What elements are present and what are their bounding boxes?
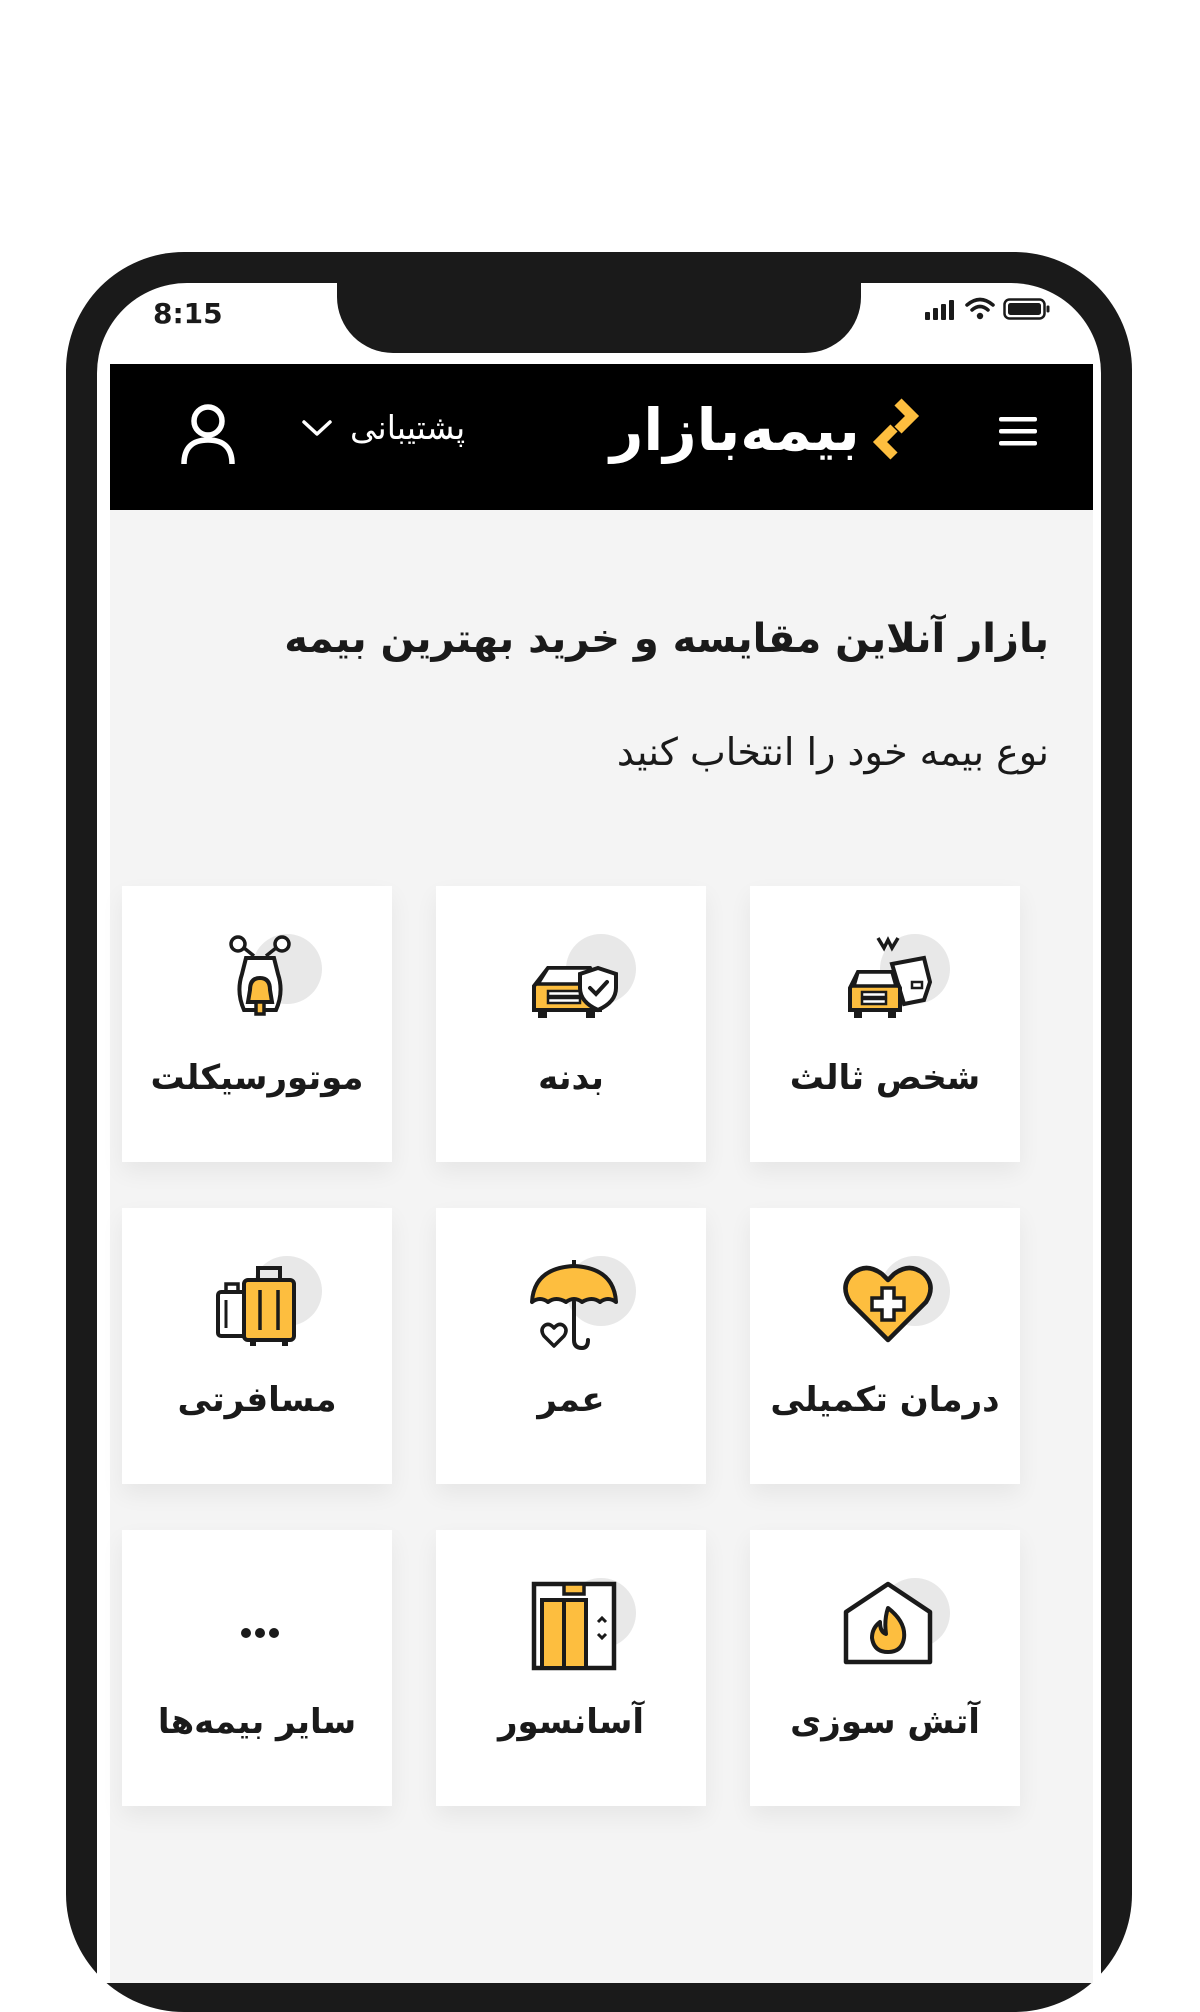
user-icon xyxy=(181,404,235,465)
hamburger-menu-button[interactable] xyxy=(997,414,1039,452)
card-label: بدنه xyxy=(538,1058,604,1098)
luggage-icon xyxy=(216,1266,296,1346)
chevron-down-icon xyxy=(302,419,332,436)
status-time: 8:15 xyxy=(153,297,223,330)
insurance-card-fire[interactable]: آتش سوزی xyxy=(750,1530,1020,1806)
wifi-icon xyxy=(965,297,995,320)
page-headline: بازار آنلاین مقایسه و خرید بهترین بیمه xyxy=(284,616,1049,662)
page-subheadline: نوع بیمه خود را انتخاب کنید xyxy=(616,730,1049,774)
heart-medical-icon xyxy=(843,1265,933,1343)
umbrella-heart-icon xyxy=(530,1260,618,1351)
brand-mark-icon xyxy=(872,398,919,460)
insurance-card-motorcycle[interactable]: موتورسیکلت xyxy=(122,886,392,1162)
card-label: مسافرتی xyxy=(177,1380,337,1420)
status-icons xyxy=(923,297,1051,321)
brand-name: بیمه‌بازار xyxy=(610,396,861,464)
signal-icon xyxy=(925,300,954,320)
notch xyxy=(337,283,861,353)
more-dots-icon xyxy=(241,1628,279,1638)
third-party-car-crash-icon xyxy=(848,936,933,1018)
car-body-shield-icon xyxy=(532,965,618,1018)
insurance-card-life[interactable]: عمر xyxy=(436,1208,706,1484)
insurance-card-health[interactable]: درمان تکمیلی xyxy=(750,1208,1020,1484)
card-label: عمر xyxy=(537,1380,605,1420)
phone-screen: 8:15 پشتیبانی xyxy=(97,283,1101,1983)
insurance-card-car-body[interactable]: بدنه xyxy=(436,886,706,1162)
support-label: پشتیبانی xyxy=(350,408,466,447)
insurance-card-travel[interactable]: مسافرتی xyxy=(122,1208,392,1484)
card-label: شخص ثالث xyxy=(789,1058,981,1098)
brand-logo[interactable]: بیمه‌بازار xyxy=(610,396,924,464)
insurance-card-elevator[interactable]: آسانسور xyxy=(436,1530,706,1806)
motorcycle-icon xyxy=(229,935,291,1016)
insurance-card-other[interactable]: سایر بیمه‌ها xyxy=(122,1530,392,1806)
main-content: بازار آنلاین مقایسه و خرید بهترین بیمه ن… xyxy=(110,510,1093,1983)
app-header: پشتیبانی بیمه‌بازار xyxy=(110,364,1093,510)
support-dropdown[interactable]: پشتیبانی xyxy=(300,408,465,447)
elevator-icon xyxy=(531,1581,617,1671)
user-account-button[interactable] xyxy=(180,402,236,470)
hamburger-icon xyxy=(999,417,1037,446)
insurance-card-third-party[interactable]: شخص ثالث xyxy=(750,886,1020,1162)
battery-icon xyxy=(1003,298,1050,320)
card-label: درمان تکمیلی xyxy=(770,1380,1000,1420)
card-label: آسانسور xyxy=(497,1702,645,1742)
card-label: موتورسیکلت xyxy=(150,1058,364,1098)
card-label: سایر بیمه‌ها xyxy=(157,1702,357,1742)
house-fire-icon xyxy=(843,1581,933,1665)
card-label: آتش سوزی xyxy=(790,1702,980,1742)
